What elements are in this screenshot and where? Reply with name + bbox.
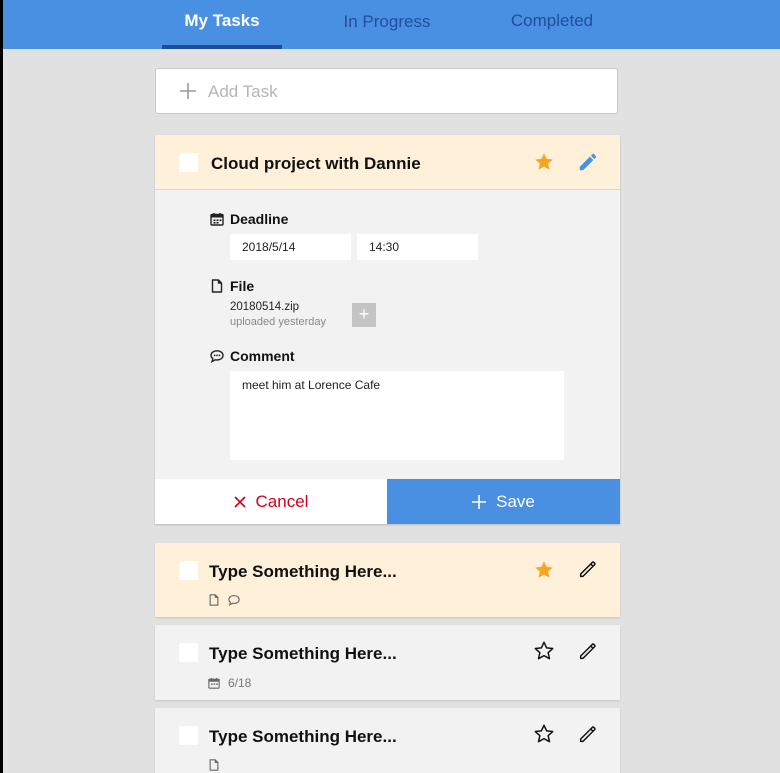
plus-icon xyxy=(180,83,196,99)
task-title: Type Something Here... xyxy=(209,644,397,663)
file-icon xyxy=(209,594,219,606)
deadline-date-input[interactable] xyxy=(230,234,351,260)
star-outline-icon[interactable] xyxy=(533,723,555,745)
task-card[interactable]: Type Something Here... 6/18 xyxy=(155,625,620,700)
add-task-bar xyxy=(155,68,618,115)
task-title: Type Something Here... xyxy=(209,562,397,581)
task-checkbox[interactable] xyxy=(179,153,198,172)
tab-completed[interactable]: Completed xyxy=(492,0,612,49)
tab-my-tasks-label: My Tasks xyxy=(184,11,260,30)
task-due-date: 6/18 xyxy=(228,676,252,690)
deadline-label: Deadline xyxy=(230,211,289,227)
tab-completed-label: Completed xyxy=(510,11,594,30)
file-icon xyxy=(211,279,223,293)
file-label: File xyxy=(230,278,255,294)
task-checkbox[interactable] xyxy=(179,726,198,745)
star-filled-icon[interactable] xyxy=(533,559,555,581)
file-icon xyxy=(209,759,219,771)
cancel-button-label: Cancel xyxy=(255,491,309,511)
edit-pencil-icon[interactable] xyxy=(577,558,599,580)
add-task-input[interactable] xyxy=(206,69,590,115)
cancel-button[interactable]: Cancel xyxy=(155,479,387,524)
edit-pencil-icon[interactable] xyxy=(577,151,599,173)
task-card[interactable]: Type Something Here... xyxy=(155,708,620,773)
file-name[interactable]: 20180514.zip xyxy=(230,301,299,313)
comment-icon xyxy=(228,594,240,606)
deadline-time-input[interactable] xyxy=(357,234,478,260)
tab-in-progress[interactable]: In Progress xyxy=(327,0,447,49)
file-upload-time: uploaded yesterday xyxy=(230,316,327,328)
comment-icon xyxy=(210,350,224,363)
task-meta-row xyxy=(208,594,240,606)
star-outline-icon[interactable] xyxy=(533,640,555,662)
app: My Tasks In Progress Completed Cloud pro… xyxy=(3,0,780,773)
task-title: Cloud project with Dannie xyxy=(211,154,421,173)
task-meta-row xyxy=(208,759,220,771)
plus-icon xyxy=(472,494,487,509)
add-file-button[interactable]: + xyxy=(352,303,376,327)
task-card[interactable]: Type Something Here... xyxy=(155,543,620,617)
close-icon xyxy=(233,495,246,508)
task-checkbox[interactable] xyxy=(179,643,198,662)
calendar-icon xyxy=(208,677,220,689)
task-checkbox[interactable] xyxy=(179,561,198,580)
tab-in-progress-label: In Progress xyxy=(343,12,431,31)
task-card-expanded: Cloud project with Dannie Deadline File … xyxy=(155,135,620,524)
tab-bar: My Tasks In Progress Completed xyxy=(3,0,780,49)
comment-textarea[interactable]: meet him at Lorence Cafe xyxy=(230,371,564,460)
star-filled-icon[interactable] xyxy=(533,151,555,173)
save-button[interactable]: Save xyxy=(387,479,620,524)
comment-label: Comment xyxy=(230,348,295,364)
edit-pencil-icon[interactable] xyxy=(577,640,599,662)
active-tab-indicator xyxy=(162,45,282,49)
save-button-label: Save xyxy=(496,491,535,511)
task-meta-row: 6/18 xyxy=(208,676,251,690)
calendar-icon xyxy=(210,213,224,226)
tab-my-tasks[interactable]: My Tasks xyxy=(162,0,282,49)
task-title: Type Something Here... xyxy=(209,727,397,746)
edit-pencil-icon[interactable] xyxy=(577,723,599,745)
task-card-header: Cloud project with Dannie xyxy=(155,135,620,190)
